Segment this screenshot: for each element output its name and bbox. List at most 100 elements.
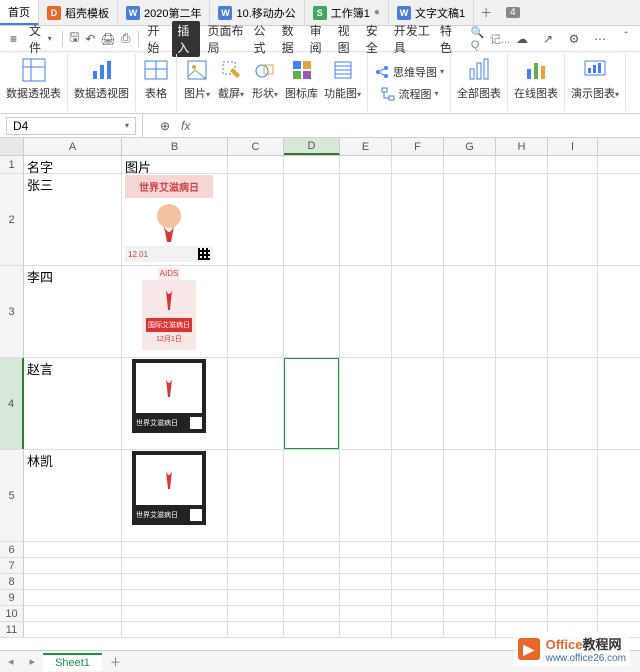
preview-icon[interactable]: ⎙ [120, 31, 132, 47]
cell[interactable] [122, 542, 228, 557]
col-header-D[interactable]: D [284, 138, 340, 155]
cell[interactable] [228, 590, 284, 605]
row-header[interactable]: 2 [0, 174, 24, 265]
cell[interactable] [392, 622, 444, 637]
cell[interactable] [444, 174, 496, 265]
cell[interactable] [444, 542, 496, 557]
pivot-table-button[interactable]: 数据透视表 [6, 56, 61, 101]
cell[interactable] [444, 558, 496, 573]
tab-add-button[interactable]: ＋ [474, 0, 498, 25]
cell[interactable] [392, 558, 444, 573]
cell[interactable] [340, 266, 392, 357]
cell[interactable] [284, 590, 340, 605]
cell[interactable] [228, 358, 284, 449]
menu-devtools[interactable]: 开发工具 [391, 22, 433, 56]
menu-data[interactable]: 数据 [279, 22, 303, 56]
cell[interactable] [24, 574, 122, 589]
cell[interactable] [392, 156, 444, 173]
cell[interactable] [284, 542, 340, 557]
cell[interactable] [284, 558, 340, 573]
cell[interactable] [548, 358, 598, 449]
cell[interactable] [392, 266, 444, 357]
cell[interactable] [340, 558, 392, 573]
cell[interactable] [24, 622, 122, 637]
cell[interactable] [284, 622, 340, 637]
more-icon[interactable]: ⋯ [592, 31, 608, 47]
row-header[interactable]: 6 [0, 542, 24, 557]
cell[interactable] [392, 450, 444, 541]
menu-formula[interactable]: 公式 [251, 22, 275, 56]
cell[interactable] [228, 450, 284, 541]
row-header[interactable]: 5 [0, 450, 24, 541]
cell[interactable]: 名字 [24, 156, 122, 173]
cell[interactable] [228, 542, 284, 557]
cell[interactable] [548, 450, 598, 541]
cell[interactable] [548, 590, 598, 605]
cell[interactable] [284, 574, 340, 589]
picture-button[interactable]: 图片▾ [183, 56, 211, 101]
cell[interactable]: 赵言 [24, 358, 122, 449]
col-header-B[interactable]: B [122, 138, 228, 155]
cell[interactable] [496, 590, 548, 605]
sheet-nav-prev[interactable]: ◂ [0, 655, 22, 668]
cell[interactable] [340, 358, 392, 449]
cell[interactable] [122, 606, 228, 621]
cell[interactable] [24, 542, 122, 557]
cell[interactable] [496, 450, 548, 541]
col-header-H[interactable]: H [496, 138, 548, 155]
cell[interactable] [340, 590, 392, 605]
app-menu-button[interactable]: ≡ [6, 31, 21, 47]
mindmap-button[interactable]: 思维导图▾ [374, 64, 444, 80]
cell[interactable] [392, 590, 444, 605]
cell[interactable] [228, 156, 284, 173]
cell[interactable] [444, 450, 496, 541]
cell[interactable] [340, 622, 392, 637]
name-box[interactable]: D4▾ [6, 117, 136, 135]
cell[interactable] [340, 574, 392, 589]
cell[interactable] [392, 606, 444, 621]
cell[interactable] [122, 622, 228, 637]
sheet-tab-1[interactable]: Sheet1 [43, 653, 102, 671]
row-header[interactable]: 10 [0, 606, 24, 621]
cell[interactable] [392, 574, 444, 589]
cloud-icon[interactable]: ☁ [514, 31, 530, 47]
undo-icon[interactable]: ↶ [84, 31, 96, 47]
cell[interactable] [496, 606, 548, 621]
col-header-I[interactable]: I [548, 138, 598, 155]
col-header-G[interactable]: G [444, 138, 496, 155]
row-header[interactable]: 3 [0, 266, 24, 357]
menu-start[interactable]: 开始 [144, 22, 168, 56]
cell[interactable] [496, 558, 548, 573]
embedded-image[interactable]: 世界艾滋病日 [125, 359, 213, 433]
settings-icon[interactable]: ⚙ [566, 31, 582, 47]
online-charts-button[interactable]: 在线图表 [514, 56, 558, 101]
col-header-F[interactable]: F [392, 138, 444, 155]
shapes-button[interactable]: 形状▾ [251, 56, 279, 101]
cell[interactable] [284, 450, 340, 541]
flowchart-button[interactable]: 流程图▾ [380, 86, 439, 102]
cell[interactable] [548, 174, 598, 265]
cell[interactable] [284, 266, 340, 357]
menu-pagelayout[interactable]: 页面布局 [204, 22, 246, 56]
cell[interactable] [284, 174, 340, 265]
insert-function-icon[interactable]: ⊕ [157, 118, 173, 134]
cell[interactable] [228, 622, 284, 637]
row-header[interactable]: 8 [0, 574, 24, 589]
cell[interactable] [122, 590, 228, 605]
cell[interactable] [24, 606, 122, 621]
table-button[interactable]: 表格 [142, 56, 170, 101]
cell[interactable] [284, 156, 340, 173]
all-charts-button[interactable]: 全部图表 [457, 56, 501, 101]
col-header-A[interactable]: A [24, 138, 122, 155]
menu-view[interactable]: 视图 [335, 22, 359, 56]
cell[interactable]: 世界艾滋病日 [122, 358, 228, 449]
cell[interactable] [548, 558, 598, 573]
row-header[interactable]: 4 [0, 358, 24, 449]
cell[interactable] [122, 574, 228, 589]
cell[interactable] [548, 542, 598, 557]
cell[interactable] [24, 590, 122, 605]
cell[interactable] [496, 156, 548, 173]
row-header[interactable]: 7 [0, 558, 24, 573]
menu-insert[interactable]: 插入 [172, 21, 200, 57]
row-header[interactable]: 9 [0, 590, 24, 605]
